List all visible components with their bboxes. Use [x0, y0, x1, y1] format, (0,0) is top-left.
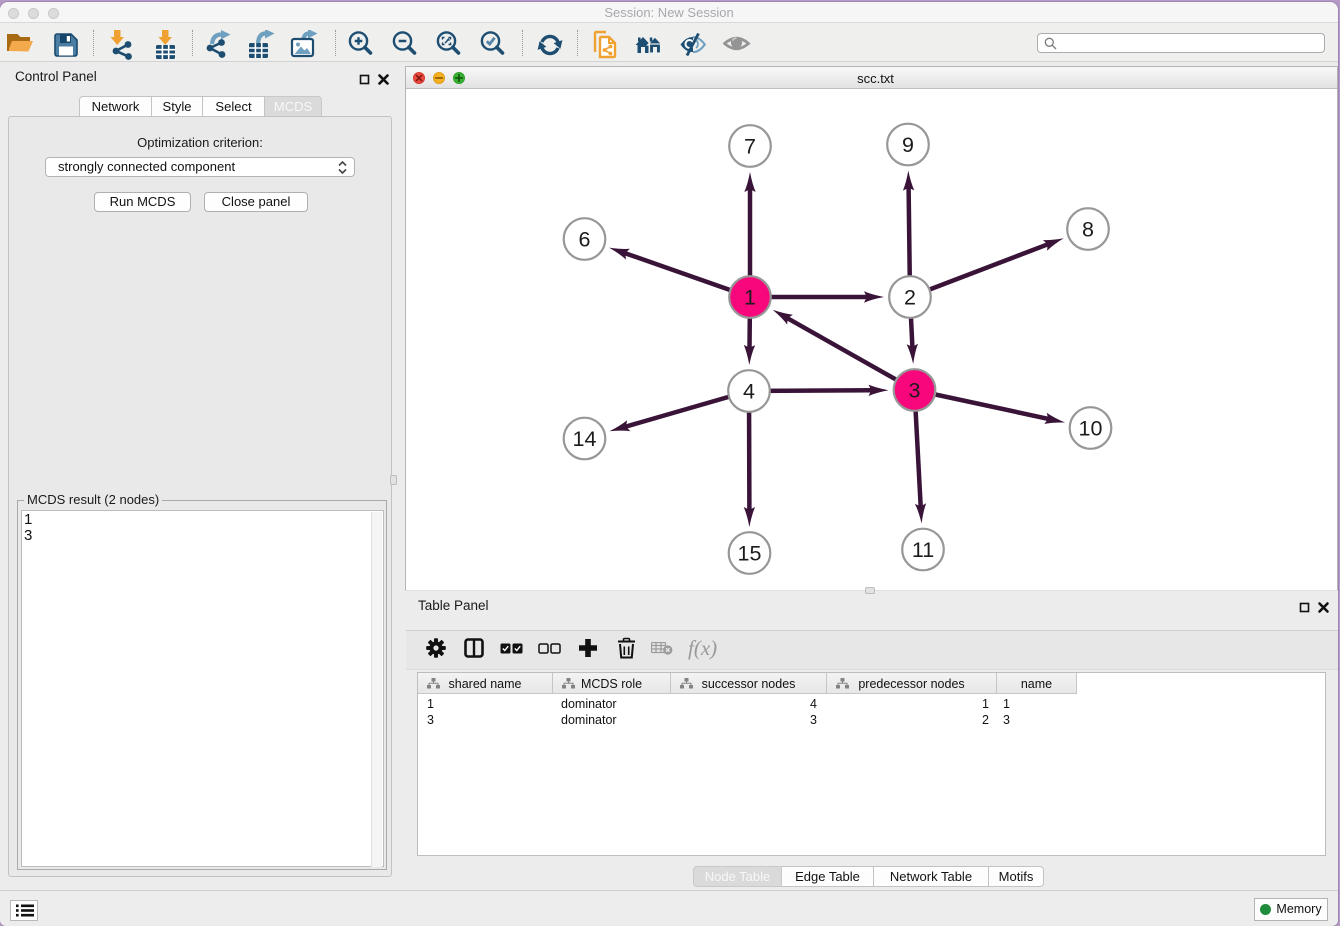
svg-text:4: 4	[743, 380, 755, 404]
svg-text:10: 10	[1079, 417, 1103, 441]
svg-text:3: 3	[909, 379, 921, 403]
svg-text:1: 1	[744, 286, 756, 310]
svg-text:8: 8	[1082, 218, 1094, 242]
svg-text:7: 7	[744, 135, 756, 159]
svg-text:9: 9	[902, 133, 914, 157]
svg-text:14: 14	[573, 427, 597, 451]
svg-text:2: 2	[904, 286, 916, 310]
svg-text:11: 11	[912, 538, 934, 562]
svg-text:6: 6	[579, 228, 591, 252]
svg-text:15: 15	[738, 542, 762, 566]
